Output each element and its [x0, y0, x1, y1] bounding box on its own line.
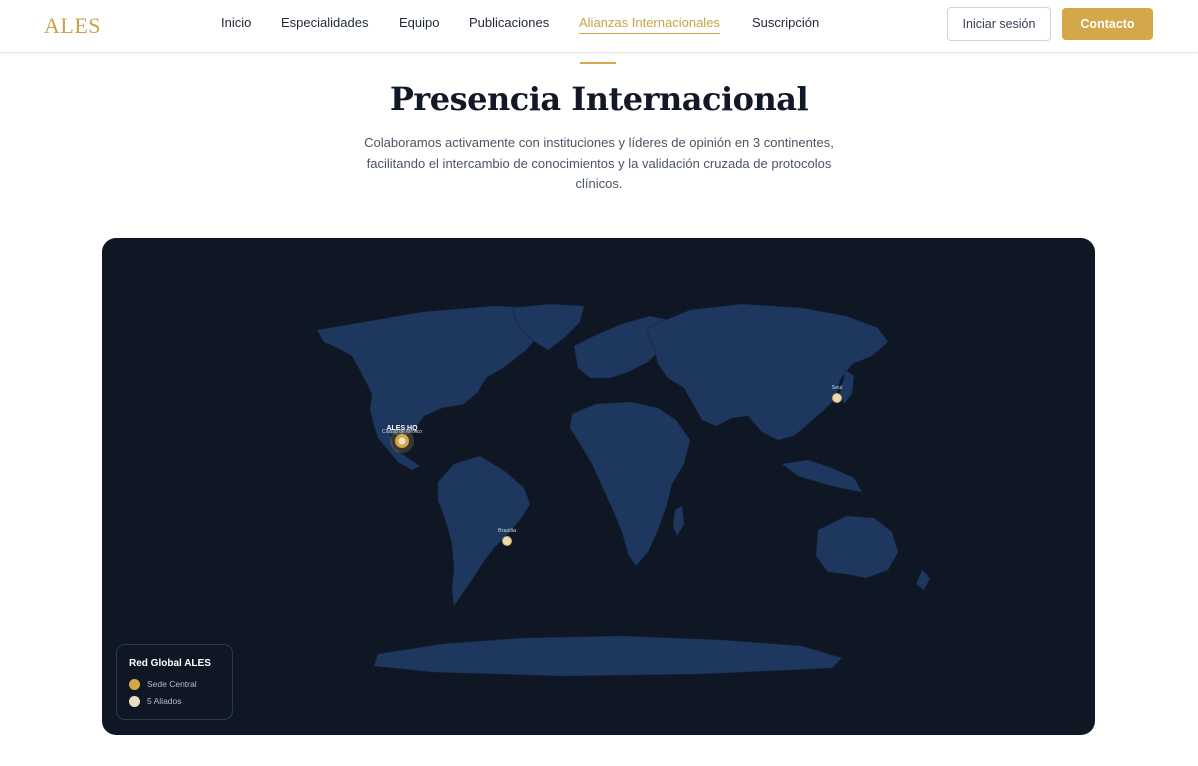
- title-accent-line: [580, 62, 616, 64]
- nav-item-inicio[interactable]: Inicio: [221, 15, 251, 30]
- legend-hq-label: Sede Central: [147, 679, 197, 689]
- login-button[interactable]: Iniciar sesión: [947, 7, 1051, 41]
- land-new-zealand: [915, 569, 931, 591]
- site-header: ALES Inicio Especialidades Equipo Public…: [0, 0, 1198, 53]
- land-south-america: [437, 455, 531, 607]
- land-africa: [569, 401, 691, 567]
- contact-button[interactable]: Contacto: [1062, 8, 1153, 40]
- nav-item-publicaciones[interactable]: Publicaciones: [469, 15, 549, 30]
- marker-seul-label: Seul: [831, 385, 842, 391]
- marker-hq-sublabel: Ciudad de México: [382, 429, 422, 435]
- nav-item-especialidades[interactable]: Especialidades: [281, 15, 368, 30]
- land-antarctica: [373, 635, 843, 677]
- nav-item-alianzas[interactable]: Alianzas Internacionales: [579, 15, 720, 34]
- world-map[interactable]: ALES HQ Ciudad de México Seul Brasilia: [102, 238, 1095, 735]
- land-madagascar: [672, 505, 685, 537]
- legend-hq-dot-icon: [129, 679, 140, 690]
- section-subtitle: Colaboramos activamente con institucione…: [364, 135, 834, 191]
- land-masses: [316, 303, 931, 677]
- marker-brasilia-label: Brasilia: [498, 528, 517, 534]
- legend-ally-label: 5 Aliados: [147, 696, 182, 706]
- page-title: Presencia Internacional: [389, 80, 809, 118]
- world-map-card: ALES HQ Ciudad de México Seul Brasilia R…: [102, 238, 1095, 735]
- land-indonesia: [781, 459, 863, 493]
- land-asia: [645, 303, 889, 441]
- legend-ally-dot-icon: [129, 696, 140, 707]
- nav-item-equipo[interactable]: Equipo: [399, 15, 439, 30]
- map-legend: Red Global ALES Sede Central 5 Aliados: [116, 644, 233, 720]
- land-australia: [815, 515, 899, 579]
- nav-item-suscripcion[interactable]: Suscripción: [752, 15, 819, 30]
- legend-title: Red Global ALES: [129, 658, 211, 669]
